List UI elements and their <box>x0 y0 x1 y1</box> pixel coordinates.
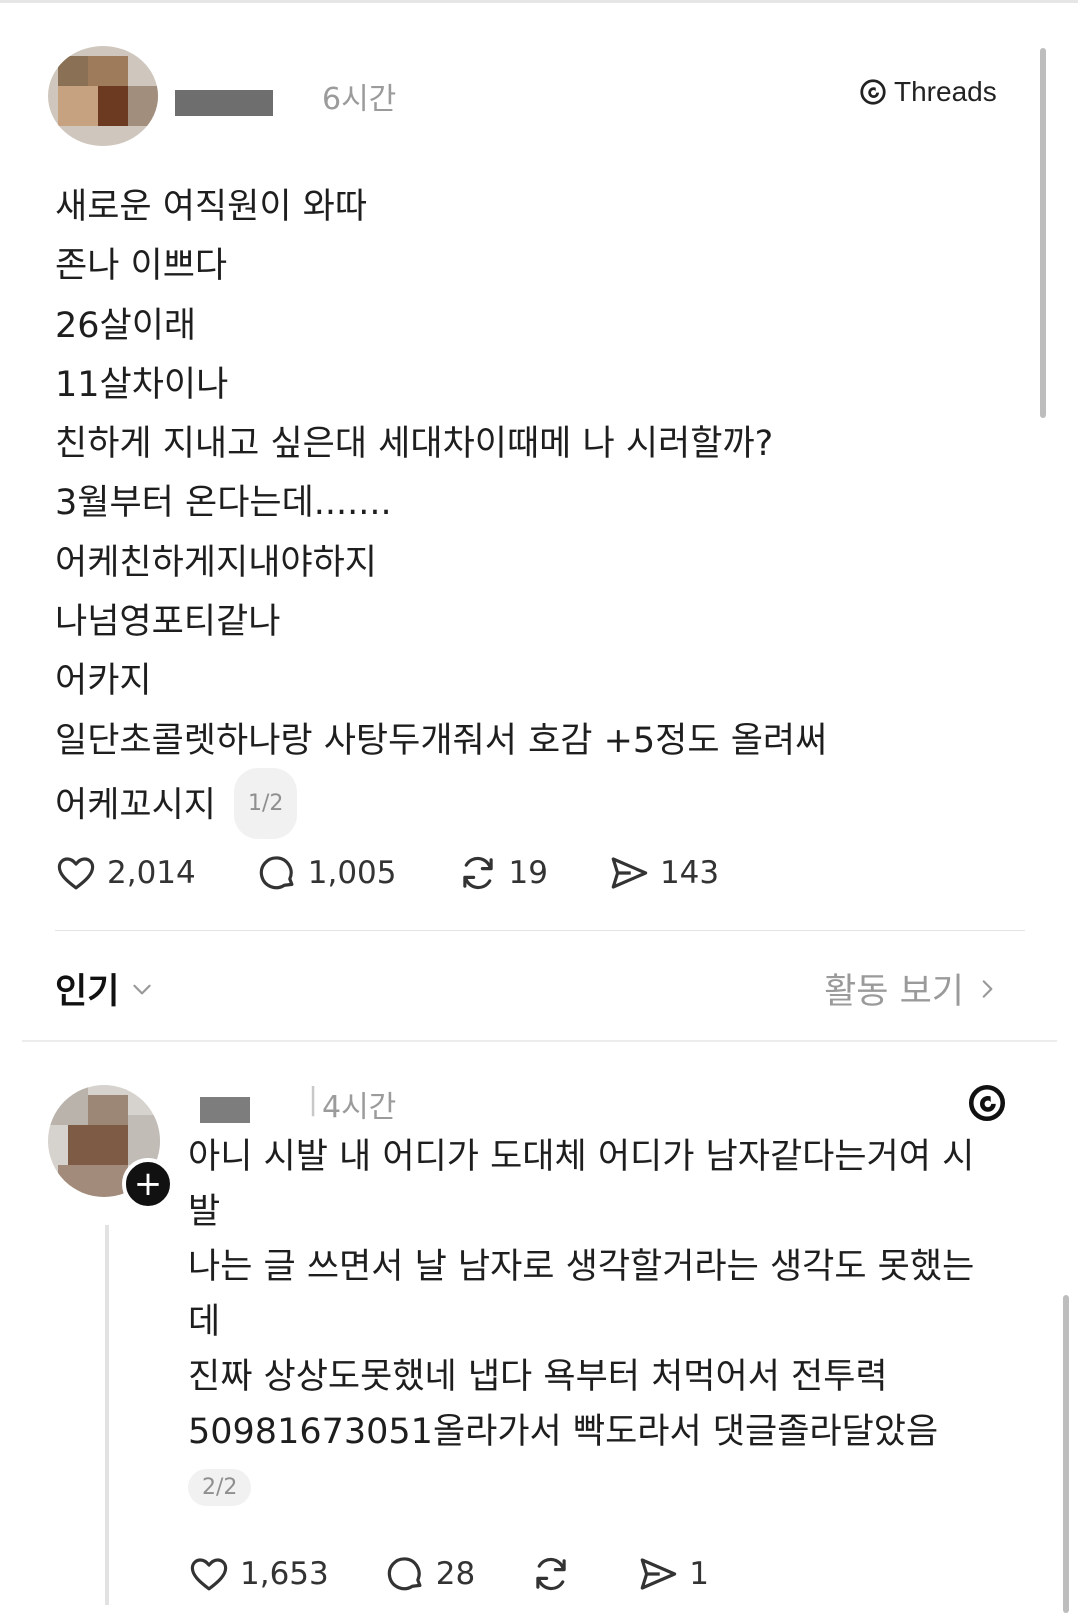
reply-comment-button[interactable]: 28 <box>384 1553 475 1595</box>
reply-time-separator: | <box>308 1082 319 1117</box>
threads-logo-icon[interactable] <box>966 1082 1008 1124</box>
share-count: 143 <box>659 855 720 891</box>
post-line: 일단초콜렛하나랑 사탕두개줘서 호감 +5정도 올려써 <box>55 720 828 761</box>
post-line: 친하게 지내고 싶은대 세대차이때메 나 시러할까? <box>55 424 774 465</box>
comment-bubble-icon <box>259 856 294 890</box>
reply-repost-button[interactable] <box>530 1553 582 1595</box>
post-line: 26살이래 <box>55 305 197 346</box>
threads-brand-label: Threads <box>894 76 997 107</box>
chevron-right-icon <box>982 979 993 998</box>
repost-count: 19 <box>508 855 548 891</box>
like-button[interactable]: 2,014 <box>55 852 196 894</box>
post-body: 새로운 여직원이 와따 존나 이쁘다 26살이래 11살차이나 친하게 지내고 … <box>55 178 1015 840</box>
share-button[interactable]: 143 <box>608 852 719 894</box>
post-line: 11살차이나 <box>55 364 229 405</box>
view-activity-link[interactable]: 활동 보기 <box>824 963 1000 1014</box>
reply-like-count: 1,653 <box>240 1556 329 1592</box>
threads-brand: Threads <box>858 76 997 108</box>
author-avatar[interactable] <box>48 46 158 146</box>
reply-line: 발 <box>188 1192 221 1232</box>
reply-share-button[interactable]: 1 <box>637 1553 709 1595</box>
like-count: 2,014 <box>107 855 196 891</box>
post-line: 나넘영포티같나 <box>55 602 281 643</box>
follow-button[interactable]: + <box>122 1158 174 1210</box>
bottom-scrollbar[interactable] <box>1063 1295 1069 1613</box>
chevron-down-icon <box>133 984 152 994</box>
post-line: 존나 이쁘다 <box>55 246 228 287</box>
post-line-text: 어케꼬시지 <box>55 785 217 826</box>
sort-dropdown[interactable]: 인기 <box>55 963 155 1014</box>
repost-icon <box>536 1557 566 1591</box>
post-line-last: 어케꼬시지 1/2 <box>55 767 1015 840</box>
top-rule <box>0 0 1078 3</box>
reply-line: 진짜 상상도못했네 냅다 욕부터 처먹어서 전투력 <box>188 1357 888 1397</box>
author-name-redacted[interactable] <box>175 90 273 116</box>
reply-page-indicator: 2/2 <box>188 1469 252 1506</box>
send-icon <box>611 857 648 889</box>
post-time: 6시간 <box>322 82 397 117</box>
comment-button[interactable]: 1,005 <box>256 852 397 894</box>
reply-time: 4시간 <box>322 1090 397 1125</box>
threads-logo-icon <box>860 79 886 105</box>
post-divider <box>55 930 1025 931</box>
reply-actions: 1,653 28 1 <box>188 1553 709 1595</box>
reply-author-name-redacted[interactable] <box>200 1097 250 1123</box>
page-indicator: 1/2 <box>234 767 298 840</box>
comment-count: 1,005 <box>307 855 397 891</box>
reply-line: 아니 시발 내 어디가 도대체 어디가 남자같다는거여 시 <box>188 1137 975 1177</box>
reply-line: 나는 글 쓰면서 날 남자로 생각할거라는 생각도 못했는 <box>188 1247 975 1287</box>
view-activity-label: 활동 보기 <box>824 972 964 1012</box>
sort-label: 인기 <box>55 972 120 1012</box>
reply-line: 50981673051올라가서 빡도라서 댓글졸라달았음 <box>188 1412 939 1452</box>
send-icon <box>640 1558 677 1590</box>
post-line: 어케친하게지내야하지 <box>55 542 378 583</box>
plus-icon: + <box>133 1164 163 1204</box>
top-scrollbar[interactable] <box>1040 48 1046 418</box>
post-line: 3월부터 온다는데....... <box>55 483 392 524</box>
heart-icon <box>190 1558 228 1591</box>
reply-share-count: 1 <box>689 1556 709 1592</box>
comment-bubble-icon <box>387 1557 422 1591</box>
reply-body: 아니 시발 내 어디가 도대체 어디가 남자같다는거여 시 발 나는 글 쓰면서… <box>188 1130 1008 1509</box>
post-line: 어카지 <box>55 661 152 702</box>
repost-button[interactable]: 19 <box>457 852 548 894</box>
thread-connector-line <box>105 1225 109 1605</box>
post-line: 새로운 여직원이 와따 <box>55 187 368 227</box>
reply-line: 데 <box>188 1302 221 1342</box>
repost-icon <box>462 856 493 890</box>
section-separator <box>22 1040 1057 1042</box>
heart-icon <box>57 857 95 890</box>
screenshot-frame: 6시간 Threads 새로운 여직원이 와따 존나 이쁘다 26살이래 11살… <box>0 0 1078 1613</box>
reply-comment-count: 28 <box>435 1556 476 1592</box>
post-actions: 2,014 1,005 19 143 <box>55 852 719 894</box>
reply-like-button[interactable]: 1,653 <box>188 1553 329 1595</box>
